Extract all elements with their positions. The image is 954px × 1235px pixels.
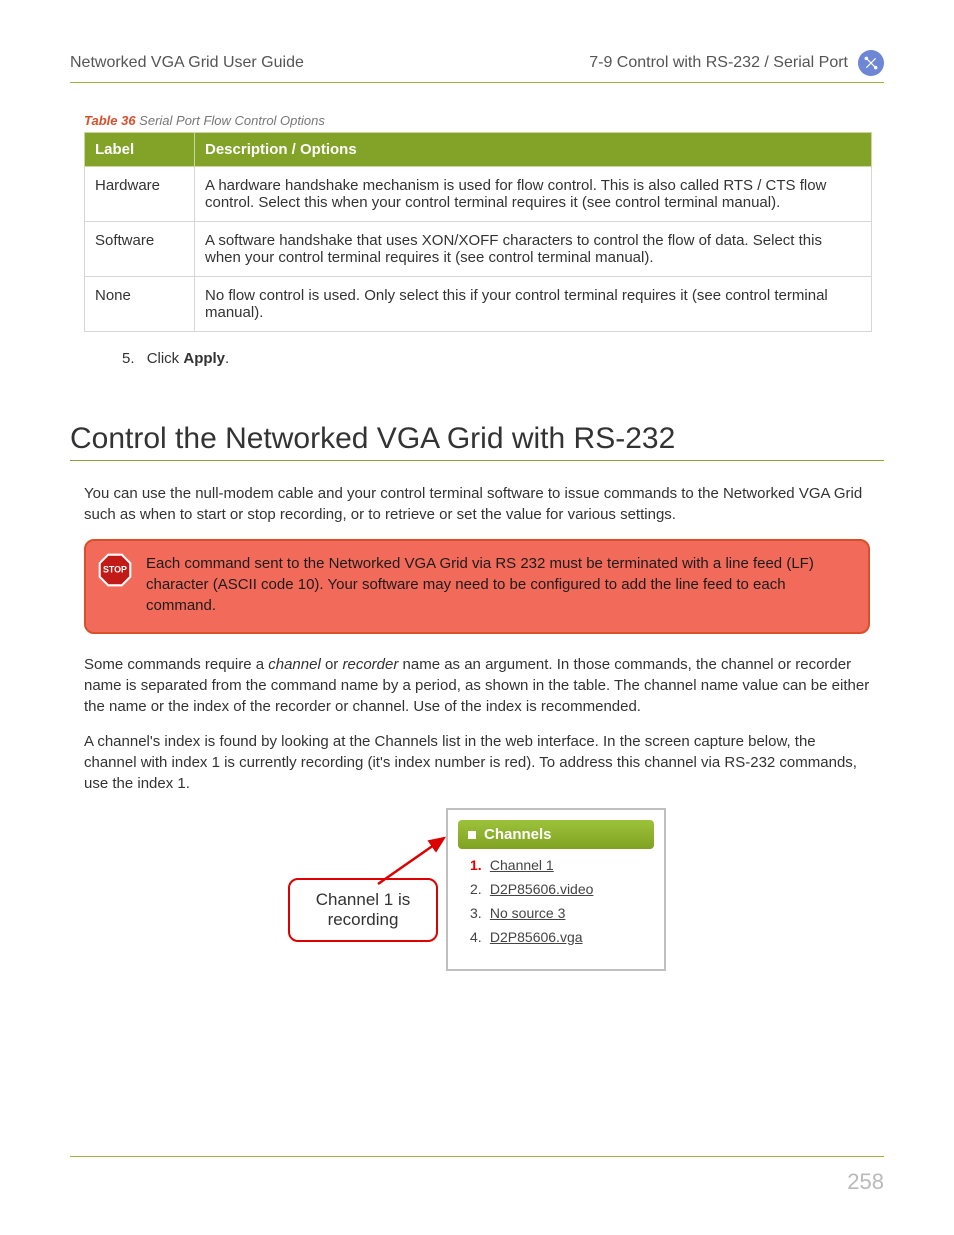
step-instruction: 5. Click Apply. xyxy=(122,350,884,367)
step-text-bold: Apply xyxy=(183,350,225,367)
table-cell-desc: No flow control is used. Only select thi… xyxy=(195,277,872,332)
step-text-suffix: . xyxy=(225,350,229,367)
table-cell-label: None xyxy=(85,277,195,332)
table-caption-text: Serial Port Flow Control Options xyxy=(139,113,325,128)
table-cell-label: Hardware xyxy=(85,167,195,222)
figure-callout: Channel 1 is recording xyxy=(288,878,438,942)
channels-list: 1. Channel 1 2. D2P85606.video 3. No sou… xyxy=(458,857,654,959)
table-caption-prefix: Table 36 xyxy=(84,113,136,128)
paragraph-channel-arg: Some commands require a channel or recor… xyxy=(84,654,870,717)
list-item: 2. D2P85606.video xyxy=(470,881,654,897)
table-header-desc: Description / Options xyxy=(195,133,872,167)
table-cell-desc: A software handshake that uses XON/XOFF … xyxy=(195,222,872,277)
page-number: 258 xyxy=(847,1169,884,1195)
paragraph-intro: You can use the null-modem cable and you… xyxy=(84,483,870,525)
square-icon xyxy=(468,831,476,839)
channel-link[interactable]: D2P85606.vga xyxy=(490,929,583,945)
page-header: Networked VGA Grid User Guide 7-9 Contro… xyxy=(70,50,884,83)
list-item: 3. No source 3 xyxy=(470,905,654,921)
table-row: Software A software handshake that uses … xyxy=(85,222,872,277)
table-row: Hardware A hardware handshake mechanism … xyxy=(85,167,872,222)
stop-warning-text: Each command sent to the Networked VGA G… xyxy=(146,553,852,616)
table-cell-desc: A hardware handshake mechanism is used f… xyxy=(195,167,872,222)
channels-panel: Channels 1. Channel 1 2. D2P85606.video … xyxy=(446,808,666,971)
list-item: 1. Channel 1 xyxy=(470,857,654,873)
table-row: None No flow control is used. Only selec… xyxy=(85,277,872,332)
channels-panel-title: Channels xyxy=(484,826,552,843)
table-header-label: Label xyxy=(85,133,195,167)
flow-control-table: Label Description / Options Hardware A h… xyxy=(84,132,872,332)
channel-link[interactable]: D2P85606.video xyxy=(490,881,594,897)
tools-icon xyxy=(858,50,884,76)
paragraph-channel-index: A channel's index is found by looking at… xyxy=(84,731,870,794)
stop-warning-box: STOP Each command sent to the Networked … xyxy=(84,539,870,634)
step-number: 5. xyxy=(122,350,135,367)
list-item: 4. D2P85606.vga xyxy=(470,929,654,945)
step-text-prefix: Click xyxy=(147,350,184,367)
stop-icon: STOP xyxy=(98,553,132,616)
footer-divider xyxy=(70,1156,884,1157)
header-section-title: 7-9 Control with RS-232 / Serial Port xyxy=(589,54,848,72)
channels-figure: Channel 1 is recording Channels 1. Chann… xyxy=(84,808,870,971)
header-guide-title: Networked VGA Grid User Guide xyxy=(70,54,304,72)
table-cell-label: Software xyxy=(85,222,195,277)
channel-link[interactable]: Channel 1 xyxy=(490,857,554,873)
channels-panel-header: Channels xyxy=(458,820,654,849)
svg-text:STOP: STOP xyxy=(103,565,127,575)
callout-text: Channel 1 is recording xyxy=(288,878,438,942)
section-heading: Control the Networked VGA Grid with RS-2… xyxy=(70,422,884,461)
table-caption: Table 36 Serial Port Flow Control Option… xyxy=(84,113,884,128)
channel-link[interactable]: No source 3 xyxy=(490,905,565,921)
